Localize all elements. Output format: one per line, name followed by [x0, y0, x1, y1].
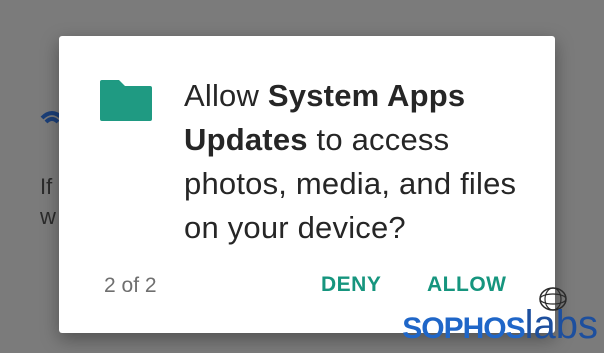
page-counter: 2 of 2	[104, 274, 157, 297]
watermark-suffix: labs	[524, 303, 598, 347]
background-text-line-1: If	[40, 174, 53, 199]
permission-message: Allow System Apps Updates to access phot…	[184, 74, 534, 250]
watermark-text: SOPHOSlabs	[402, 305, 598, 349]
background-text-line-2: w	[40, 204, 56, 229]
permission-screen: If w Allow System Apps Updates to access…	[0, 0, 604, 353]
message-prefix: Allow	[184, 78, 268, 113]
watermark-brand: SOPHOS	[402, 312, 525, 345]
sophoslabs-watermark: SOPHOSlabs	[378, 285, 598, 349]
deny-button[interactable]: DENY	[321, 273, 381, 297]
folder-icon	[100, 80, 152, 121]
